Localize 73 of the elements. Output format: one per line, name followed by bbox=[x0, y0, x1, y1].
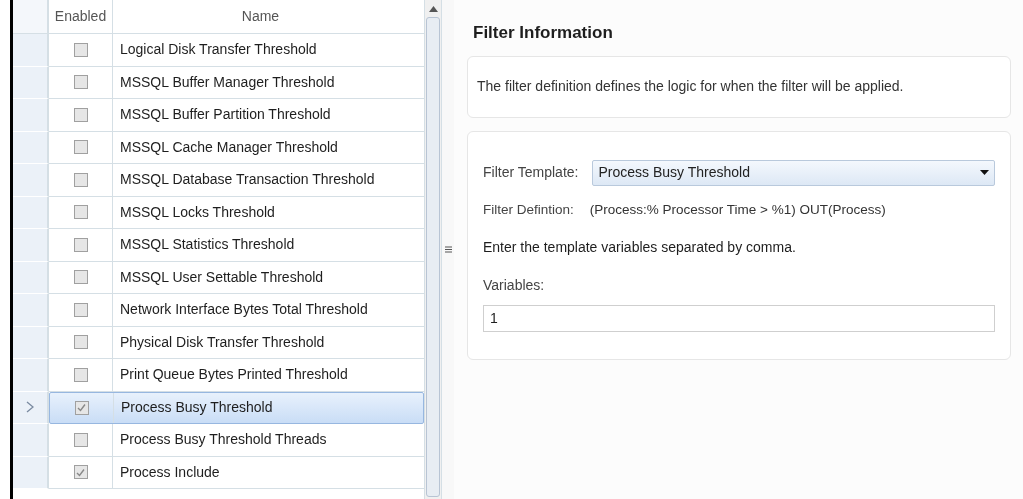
field-label: Filter Template: bbox=[483, 163, 579, 182]
row-header[interactable] bbox=[13, 456, 49, 489]
template-dropdown[interactable]: Process Busy Threshold bbox=[592, 159, 995, 186]
table-cell-text: MSSQL Locks Threshold bbox=[119, 202, 276, 222]
column-header[interactable]: Name bbox=[113, 0, 408, 33]
table-row[interactable]: Process Include bbox=[49, 456, 424, 489]
row-header[interactable] bbox=[13, 131, 49, 164]
variables-field[interactable]: 1 bbox=[483, 304, 995, 332]
table-row[interactable]: Network Interface Bytes Total Threshold bbox=[49, 294, 424, 327]
table-cell-text: Print Queue Bytes Printed Threshold bbox=[119, 365, 349, 385]
checkbox[interactable] bbox=[73, 270, 88, 285]
table-row[interactable]: Process Busy Threshold Threads bbox=[49, 424, 424, 457]
scroll-up-icon[interactable] bbox=[428, 6, 438, 12]
table-cell-text: Process Include bbox=[119, 462, 221, 482]
row-header[interactable] bbox=[13, 99, 49, 132]
table-cell-text: MSSQL User Settable Threshold bbox=[119, 267, 325, 287]
table-row[interactable]: Logical Disk Transfer Threshold bbox=[49, 34, 424, 67]
checkbox[interactable] bbox=[73, 107, 88, 122]
row-header[interactable] bbox=[13, 391, 49, 424]
table-row[interactable]: Physical Disk Transfer Threshold bbox=[49, 326, 424, 359]
hint-text: Enter the template variables separated by comma. bbox=[483, 237, 797, 257]
table-cell-text: Process Busy Threshold bbox=[120, 398, 274, 418]
table-cell-text: MSSQL Buffer Manager Threshold bbox=[119, 72, 336, 92]
check-icon bbox=[77, 403, 86, 413]
splitter-grip-icon[interactable] bbox=[444, 246, 452, 253]
row-header[interactable] bbox=[13, 359, 49, 392]
row-header[interactable] bbox=[13, 424, 49, 457]
checkbox[interactable] bbox=[73, 42, 88, 57]
table-cell-text: MSSQL Cache Manager Threshold bbox=[119, 137, 339, 157]
checkbox[interactable] bbox=[73, 140, 88, 155]
section-title: Filter Information bbox=[473, 22, 614, 44]
row-header[interactable] bbox=[13, 294, 49, 327]
table-cell-text: Logical Disk Transfer Threshold bbox=[119, 40, 318, 60]
checkbox[interactable] bbox=[73, 367, 88, 382]
table-row[interactable]: MSSQL Database Transaction Threshold bbox=[49, 164, 424, 197]
definition-text: (Process:% Processor Time > %1) OUT(Process) bbox=[589, 200, 886, 219]
row-header[interactable] bbox=[13, 229, 49, 262]
table-row[interactable]: MSSQL Buffer Partition Threshold bbox=[49, 99, 424, 132]
row-header[interactable] bbox=[13, 164, 49, 197]
check-icon bbox=[76, 467, 85, 477]
table-cell-text: Network Interface Bytes Total Threshold bbox=[119, 300, 369, 320]
checkbox[interactable] bbox=[73, 335, 88, 350]
field-label: Filter Defintion: bbox=[483, 200, 574, 219]
checkbox[interactable] bbox=[73, 302, 88, 317]
row-header[interactable] bbox=[13, 196, 49, 229]
table-row[interactable]: MSSQL Cache Manager Threshold bbox=[49, 131, 424, 164]
table-row[interactable]: MSSQL Buffer Manager Threshold bbox=[49, 66, 424, 99]
row-header[interactable] bbox=[13, 326, 49, 359]
checkbox[interactable] bbox=[74, 400, 89, 415]
table-cell-text: Process Busy Threshold Threads bbox=[119, 430, 328, 450]
checkbox[interactable] bbox=[73, 432, 88, 447]
row-header[interactable] bbox=[13, 261, 49, 294]
table-cell-text: MSSQL Database Transaction Threshold bbox=[119, 170, 376, 190]
table-row[interactable]: MSSQL User Settable Threshold bbox=[49, 261, 424, 294]
scrollbar-thumb[interactable] bbox=[426, 17, 440, 497]
table-row[interactable]: MSSQL Statistics Threshold bbox=[49, 229, 424, 262]
table-cell-text: MSSQL Statistics Threshold bbox=[119, 235, 296, 255]
table-cell-text: MSSQL Buffer Partition Threshold bbox=[119, 105, 332, 125]
checkbox[interactable] bbox=[73, 237, 88, 252]
dropdown-caret-icon bbox=[980, 170, 989, 175]
checkbox[interactable] bbox=[73, 205, 88, 220]
row-header[interactable] bbox=[13, 34, 49, 67]
checkbox[interactable] bbox=[73, 75, 88, 90]
info-card: The filter definition defines the logic for when the filter will be applied. bbox=[467, 55, 1011, 118]
column-header[interactable]: Enabled bbox=[49, 0, 113, 33]
field-label: Variables: bbox=[483, 275, 546, 295]
checkbox[interactable] bbox=[73, 465, 88, 480]
table-cell-text: Physical Disk Transfer Threshold bbox=[119, 332, 326, 352]
table-row[interactable]: MSSQL Locks Threshold bbox=[49, 196, 424, 229]
table-row[interactable]: Process Busy Threshold bbox=[49, 391, 424, 424]
checkbox[interactable] bbox=[73, 172, 88, 187]
table-row[interactable]: Print Queue Bytes Printed Threshold bbox=[49, 359, 424, 392]
row-header[interactable] bbox=[13, 66, 49, 99]
